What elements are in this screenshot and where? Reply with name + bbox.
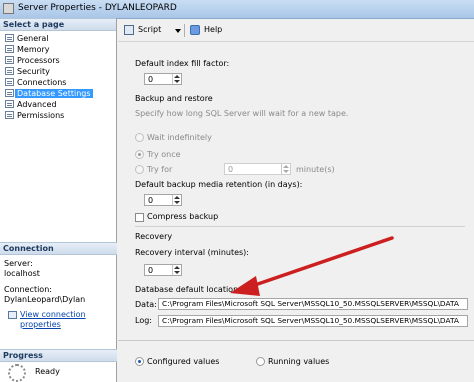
toolbar: Script Help — [118, 18, 474, 42]
configured-values-radio[interactable] — [135, 357, 144, 366]
connection-section: Connection Server: localhost Connection:… — [0, 242, 117, 334]
progress-status: Ready — [35, 367, 60, 376]
bottom-divider — [118, 340, 474, 341]
db-default-locations-header: Database default locations — [135, 285, 243, 294]
page-item-advanced[interactable]: Advanced — [0, 99, 116, 110]
dropdown-arrow-icon[interactable] — [175, 29, 181, 33]
compress-backup-checkbox[interactable] — [135, 213, 144, 222]
log-path-input[interactable]: C:\Program Files\Microsoft SQL Server\MS… — [158, 315, 468, 327]
page-icon — [5, 34, 14, 42]
backup-restore-header: Backup and restore — [135, 94, 213, 103]
page-item-security[interactable]: Security — [0, 66, 116, 77]
recovery-header: Recovery — [135, 232, 173, 241]
try-once-label: Try once — [147, 150, 181, 159]
try-for-spinner[interactable]: 0 — [224, 163, 291, 175]
script-button[interactable]: Script — [138, 24, 161, 36]
connection-properties-icon — [8, 311, 17, 319]
recovery-interval-spinner[interactable]: 0 — [144, 264, 182, 276]
backup-hint: Specify how long SQL Server will wait fo… — [135, 109, 349, 118]
retention-spinner[interactable]: 0 — [144, 194, 182, 206]
server-label: Server: — [4, 259, 33, 268]
progress-header: Progress — [0, 349, 117, 362]
page-icon — [5, 56, 14, 64]
select-page-header: Select a page — [0, 18, 116, 31]
fill-factor-label: Default index fill factor: — [135, 59, 230, 68]
page-icon — [5, 78, 14, 86]
page-item-connections[interactable]: Connections — [0, 77, 116, 88]
page-icon — [5, 111, 14, 119]
page-item-processors[interactable]: Processors — [0, 55, 116, 66]
window-title: Server Properties - DYLANLEOPARD — [18, 3, 177, 13]
compress-backup-label: Compress backup — [147, 212, 219, 221]
wait-indefinitely-radio[interactable] — [135, 133, 144, 142]
database-settings-panel: Default index fill factor: 0 Backup and … — [118, 42, 474, 382]
try-once-radio[interactable] — [135, 150, 144, 159]
page-item-general[interactable]: General — [0, 33, 116, 44]
help-button[interactable]: Help — [204, 24, 222, 36]
page-icon — [5, 45, 14, 53]
data-label: Data: — [135, 300, 157, 309]
view-connection-properties-link[interactable]: View connection properties — [4, 310, 113, 330]
try-for-label: Try for — [147, 165, 173, 174]
divider — [135, 226, 465, 227]
help-icon[interactable] — [190, 25, 200, 35]
wait-indefinitely-label: Wait indefinitely — [147, 133, 212, 142]
page-icon — [5, 67, 14, 75]
page-item-memory[interactable]: Memory — [0, 44, 116, 55]
configured-values-label: Configured values — [147, 357, 220, 366]
retention-label: Default backup media retention (in days)… — [135, 180, 303, 189]
data-path-input[interactable]: C:\Program Files\Microsoft SQL Server\MS… — [158, 298, 468, 310]
minutes-suffix: minute(s) — [296, 165, 335, 174]
page-icon — [5, 100, 14, 108]
connection-label: Connection: — [4, 285, 52, 294]
page-icon — [5, 89, 14, 97]
progress-section: Progress Ready — [0, 349, 117, 382]
connection-value: DylanLeopard\Dylan — [4, 295, 86, 304]
page-list: General Memory Processors Security Conne… — [0, 33, 116, 121]
toolbar-separator — [184, 24, 185, 37]
running-values-radio[interactable] — [256, 357, 265, 366]
recovery-interval-label: Recovery interval (minutes): — [135, 248, 249, 257]
page-item-database-settings[interactable]: Database Settings — [0, 88, 116, 99]
server-value: localhost — [4, 269, 40, 278]
try-for-radio[interactable] — [135, 165, 144, 174]
page-item-permissions[interactable]: Permissions — [0, 110, 116, 121]
log-label: Log: — [135, 316, 152, 325]
progress-spinner-icon — [8, 364, 26, 382]
running-values-label: Running values — [268, 357, 330, 366]
connection-header: Connection — [0, 242, 117, 255]
left-panel: Select a page General Memory Processors … — [0, 18, 117, 382]
app-icon — [3, 3, 14, 14]
script-icon[interactable] — [124, 25, 134, 35]
title-bar: Server Properties - DYLANLEOPARD — [0, 0, 474, 19]
fill-factor-spinner[interactable]: 0 — [144, 73, 182, 85]
